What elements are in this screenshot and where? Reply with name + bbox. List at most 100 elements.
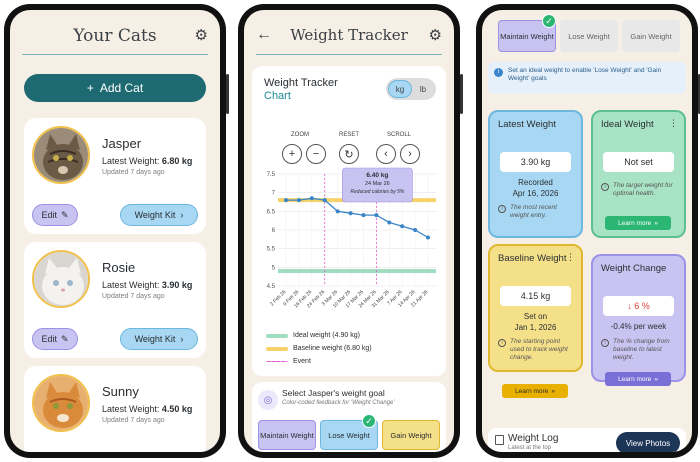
weight-log-bar[interactable]: Weight Log Latest at the top View Photos [488, 428, 686, 452]
gear-icon[interactable]: ⚙ [429, 26, 442, 44]
check-icon: ✓ [542, 14, 556, 28]
weight-series-line [286, 197, 429, 239]
scroll-left-button[interactable]: ‹ [376, 144, 396, 164]
page-title: Your Cats [73, 26, 157, 46]
goal-gain-button[interactable]: Gain Weight [382, 420, 440, 450]
cat-name: Jasper [102, 136, 142, 151]
data-point [413, 228, 418, 232]
edit-button[interactable]: Edit ✎ [32, 328, 78, 350]
goal-maintain-button[interactable]: Maintain Weight [258, 420, 316, 450]
info-icon: i [498, 205, 506, 213]
y-tick-label: 5 [272, 265, 276, 271]
goal-title: Select Jasper's weight goal [282, 388, 385, 398]
chevron-right-icon: › [180, 210, 184, 220]
goal-card: ◎ Select Jasper's weight goal Color-code… [252, 382, 446, 452]
cat-card-rosie[interactable]: Rosie Latest Weight: 3.90 kg Updated 7 d… [24, 242, 206, 358]
zoom-in-button[interactable]: + [282, 144, 302, 164]
cat-card-jasper[interactable]: Jasper Latest Weight: 6.80 kg Updated 7 … [24, 118, 206, 234]
info-icon: i [601, 183, 609, 191]
cat-card-sunny[interactable]: Sunny Latest Weight: 4.50 kg Updated 7 d… [24, 366, 206, 452]
y-tick-label: 6.5 [267, 209, 276, 215]
unit-lb-option[interactable]: lb [412, 80, 434, 98]
recorded-date: Apr 16, 2026 [512, 189, 559, 198]
double-chevron-icon: » [551, 387, 555, 395]
arrow-down-icon: ↓ [627, 301, 632, 311]
card-title: Latest Weight [498, 119, 556, 130]
divider [22, 54, 208, 55]
edit-button[interactable]: Edit ✎ [32, 204, 78, 226]
data-point [309, 196, 314, 201]
y-tick-label: 5.5 [267, 247, 276, 253]
legend-swatch-baseline [266, 346, 288, 351]
cat-photo-sunny [32, 374, 90, 432]
cat-latest-weight: Latest Weight: 3.90 kg [102, 280, 193, 290]
cat-name: Sunny [102, 384, 139, 399]
card-note: i The % change from baseline to latest w… [601, 338, 678, 362]
add-cat-label: Add Cat [99, 81, 144, 95]
ideal-weight-card: ⋮ Ideal Weight Not set i The target weig… [591, 110, 686, 238]
chart-card-title: Weight Tracker [264, 77, 338, 89]
weight-tracker-screen: ← Weight Tracker ⚙ Weight Tracker Chart … [244, 10, 454, 452]
cat-updated: Updated 7 days ago [102, 169, 165, 176]
view-photos-button[interactable]: View Photos [616, 432, 680, 452]
chart-card: Weight Tracker Chart kg lb ZOOM RESET SC… [252, 66, 446, 376]
card-note: i The most recent weight entry. [498, 204, 575, 220]
unit-kg-option[interactable]: kg [388, 80, 412, 98]
latest-weight-card: Latest Weight 3.90 kg Recorded Apr 16, 2… [488, 110, 583, 238]
card-note: i The starting point used to track weigh… [498, 338, 575, 362]
ideal-weight-value: Not set [603, 152, 674, 172]
weight-chart[interactable]: 7.576.565.554.52 Feb 269 Feb 2616 Feb 26… [252, 166, 446, 326]
weight-kit-button[interactable]: Weight Kit › [120, 328, 198, 350]
weight-kit-button[interactable]: Weight Kit › [120, 204, 198, 226]
scroll-label: SCROLL [386, 132, 411, 138]
data-point [387, 220, 392, 225]
recorded-label: Recorded [518, 178, 553, 187]
cat-list-screen: Your Cats ⚙ + Add Cat Jasper Latest Weig… [10, 10, 220, 452]
learn-more-button[interactable]: Learn more» [605, 372, 671, 386]
zoom-label: ZOOM [291, 132, 309, 138]
target-icon: ◎ [258, 390, 278, 410]
cat-updated: Updated 7 days ago [102, 293, 165, 300]
legend-swatch-ideal [266, 333, 288, 338]
reset-button[interactable]: ↻ [339, 144, 359, 164]
learn-more-button[interactable]: Learn more» [605, 216, 671, 230]
reset-label: RESET [338, 132, 359, 138]
data-point [284, 198, 288, 203]
more-vert-icon[interactable]: ⋮ [669, 118, 678, 129]
unit-toggle[interactable]: kg lb [386, 78, 436, 100]
y-tick-label: 4.5 [267, 284, 276, 290]
check-icon: ✓ [362, 414, 376, 428]
tab-gain-weight[interactable]: Gain Weight [622, 20, 680, 52]
cat-updated: Updated 7 days ago [102, 417, 165, 424]
double-chevron-icon: » [654, 219, 658, 227]
tooltip-note: Reduced calories by 5% [350, 189, 404, 195]
ideal-weight-band [278, 269, 436, 274]
card-note: i The target weight for optimal health. [601, 182, 678, 198]
pencil-icon: ✎ [60, 209, 69, 220]
cat-latest-weight: Latest Weight: 4.50 kg [102, 404, 193, 414]
info-icon: i [601, 339, 609, 347]
scroll-right-button[interactable]: › [400, 144, 420, 164]
weight-change-card: Weight Change ↓ 6 % -0.4% per week i The… [591, 254, 686, 386]
phone-weight-tracker: ← Weight Tracker ⚙ Weight Tracker Chart … [238, 4, 463, 458]
data-point [400, 224, 405, 229]
y-tick-label: 6 [272, 228, 276, 234]
cat-latest-weight: Latest Weight: 6.80 kg [102, 156, 193, 166]
card-title: Baseline Weight [498, 253, 567, 264]
weight-log-subtitle: Latest at the top [508, 445, 552, 451]
legend-swatch-event [266, 361, 288, 362]
double-chevron-icon: » [654, 375, 658, 383]
chevron-right-icon: › [180, 334, 184, 344]
tab-lose-weight[interactable]: Lose Weight [560, 20, 618, 52]
more-vert-icon[interactable]: ⋮ [566, 252, 575, 263]
gear-icon[interactable]: ⚙ [195, 26, 208, 44]
legend-baseline: Baseline weight (6.80 kg) [266, 345, 372, 352]
set-on-label: Set on [523, 312, 548, 321]
card-title: Ideal Weight [601, 119, 654, 130]
phone-cat-list: Your Cats ⚙ + Add Cat Jasper Latest Weig… [4, 4, 229, 458]
add-cat-button[interactable]: + Add Cat [24, 74, 206, 102]
divider [256, 54, 442, 55]
weight-stats-screen: Maintain Weight ✓ Lose Weight Gain Weigh… [482, 10, 692, 452]
learn-more-button[interactable]: Learn more» [502, 384, 568, 398]
zoom-out-button[interactable]: − [306, 144, 326, 164]
